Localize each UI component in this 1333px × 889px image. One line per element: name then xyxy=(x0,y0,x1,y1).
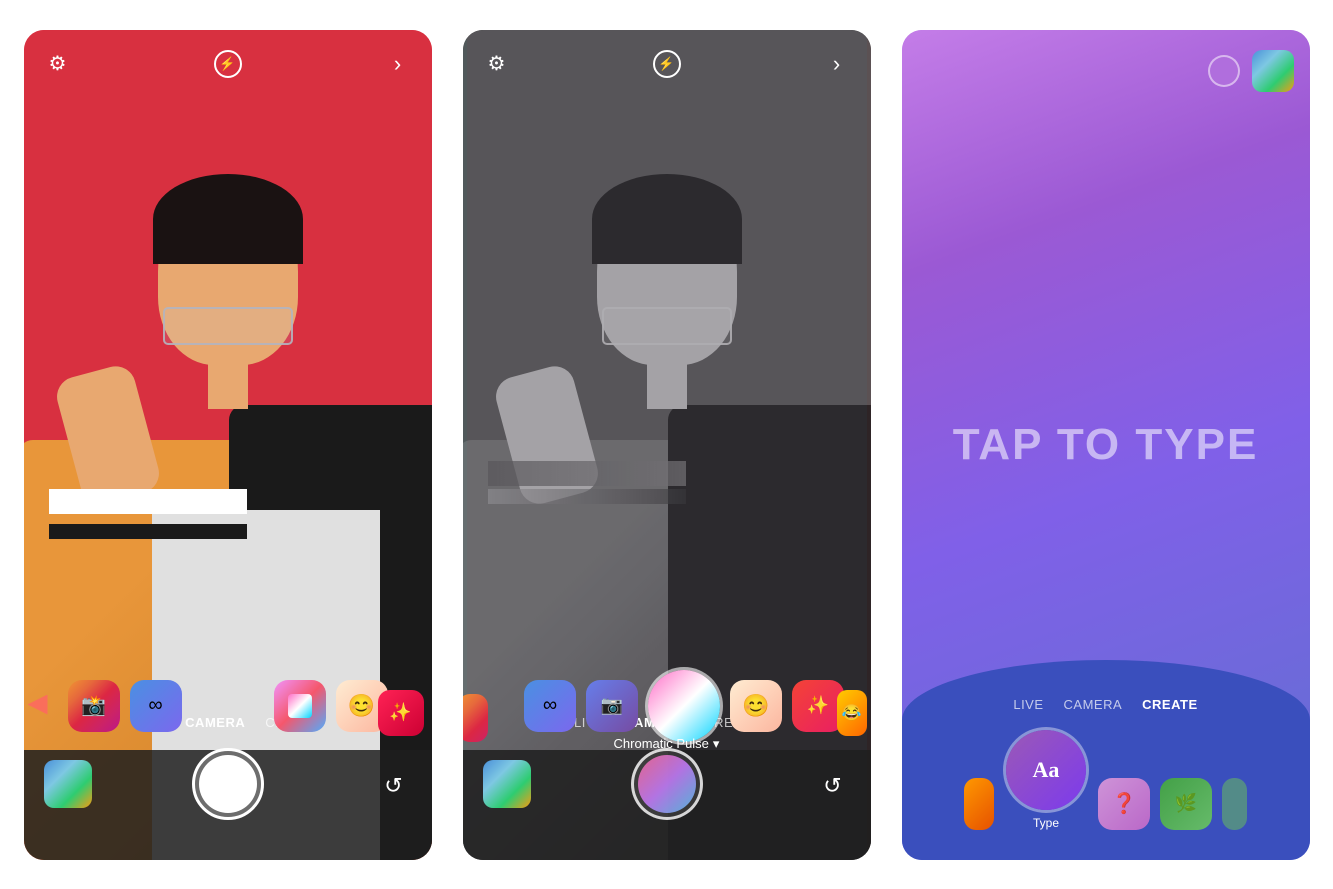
effect-infinity-2[interactable]: ∞ xyxy=(524,680,576,732)
glasses-2 xyxy=(602,307,732,345)
type-shutter-button[interactable]: Aa xyxy=(1006,730,1086,810)
effect-green-3[interactable]: 🌿 xyxy=(1160,778,1212,830)
hair-2 xyxy=(592,174,742,264)
effects-row-2: ∞ 📷 😊 ✨ xyxy=(463,670,871,742)
effect-chromatic-active[interactable] xyxy=(648,670,720,742)
chromatic-stripe-2 xyxy=(488,489,686,504)
shutter-inner-1 xyxy=(199,755,257,813)
effect-partial-right-2: 😂 xyxy=(837,690,867,736)
shutter-button-1[interactable] xyxy=(192,748,264,820)
shutter-area-2 xyxy=(463,748,871,820)
filter-label[interactable]: Chromatic Pulse ▾ xyxy=(614,736,720,752)
shutter-button-2[interactable] xyxy=(631,748,703,820)
shutter-effects-area-3: Aa Type ❓ 🌿 xyxy=(902,730,1310,840)
chevron-right-icon-2: › xyxy=(833,51,840,77)
forward-icon-2[interactable]: › xyxy=(823,50,851,78)
effects-left-3 xyxy=(964,778,994,830)
bottom-nav-3: LIVE CAMERA CREATE xyxy=(902,697,1310,712)
nav-camera-3[interactable]: CAMERA xyxy=(1064,697,1123,712)
top-bar-1: ⚙ ⚡ › xyxy=(24,50,432,78)
chromatic-stripe-1 xyxy=(488,461,686,486)
effect-infinity-1[interactable]: ∞ xyxy=(130,680,182,732)
effect-partial-left xyxy=(463,694,488,742)
flash-icon[interactable]: ⚡ xyxy=(214,50,242,78)
type-label: Type xyxy=(1033,816,1059,830)
effect-partial-right-3 xyxy=(1222,778,1247,830)
effect-gradient-1[interactable] xyxy=(274,680,326,732)
effect-question-3[interactable]: ❓ xyxy=(1098,778,1150,830)
effect-partial-3 xyxy=(964,778,994,830)
flash-icon-2[interactable]: ⚡ xyxy=(653,50,681,78)
effects-right-3: ❓ 🌿 xyxy=(1098,778,1247,830)
tap-to-type-text[interactable]: TAP TO TYPE xyxy=(953,420,1259,468)
effect-emoji-2[interactable]: 😊 xyxy=(730,680,782,732)
hair xyxy=(153,174,303,264)
filter-chevron-down: ▾ xyxy=(713,736,720,752)
chevron-right-icon: › xyxy=(394,51,401,77)
color-circle-icon[interactable] xyxy=(1208,55,1240,87)
nav-live-3[interactable]: LIVE xyxy=(1013,697,1043,712)
forward-icon[interactable]: › xyxy=(384,50,412,78)
settings-icon[interactable]: ⚙ xyxy=(44,50,72,78)
shutter-spacer xyxy=(192,670,264,742)
filter-name: Chromatic Pulse xyxy=(614,736,709,751)
glasses xyxy=(163,307,293,345)
type-aa-label: Aa xyxy=(1033,757,1060,783)
settings-icon-2[interactable]: ⚙ xyxy=(483,50,511,78)
top-bar-2: ⚙ ⚡ › xyxy=(463,50,871,78)
shutter-area-1 xyxy=(24,748,432,820)
top-bar-3 xyxy=(1208,50,1294,92)
effects-row-1: 📸 ∞ 😊 xyxy=(24,670,432,742)
effect-camera-2[interactable]: 📷 xyxy=(586,680,638,732)
jacket-stripe-black xyxy=(49,524,247,539)
chromatic-shutter-inner xyxy=(638,755,696,813)
jacket-stripe-white xyxy=(49,489,247,514)
gallery-icon-3[interactable] xyxy=(1252,50,1294,92)
effect-instagram-1[interactable]: 📸 xyxy=(68,680,120,732)
nav-create-3[interactable]: CREATE xyxy=(1142,697,1197,712)
phone-2: ⚙ ⚡ › Chromatic Pulse ▾ LIVE CAMERA CREA… xyxy=(463,30,871,860)
effect-sparkle-1[interactable]: ✨ xyxy=(378,690,424,736)
gallery-image-3 xyxy=(1252,50,1294,92)
phone-1: ⚙ ⚡ › LIVE CAMERA CREATE ↺ xyxy=(24,30,432,860)
type-button-container: Aa Type xyxy=(1006,730,1086,830)
phone-3: TAP TO TYPE LIVE CAMERA CREATE Aa Type xyxy=(902,30,1310,860)
